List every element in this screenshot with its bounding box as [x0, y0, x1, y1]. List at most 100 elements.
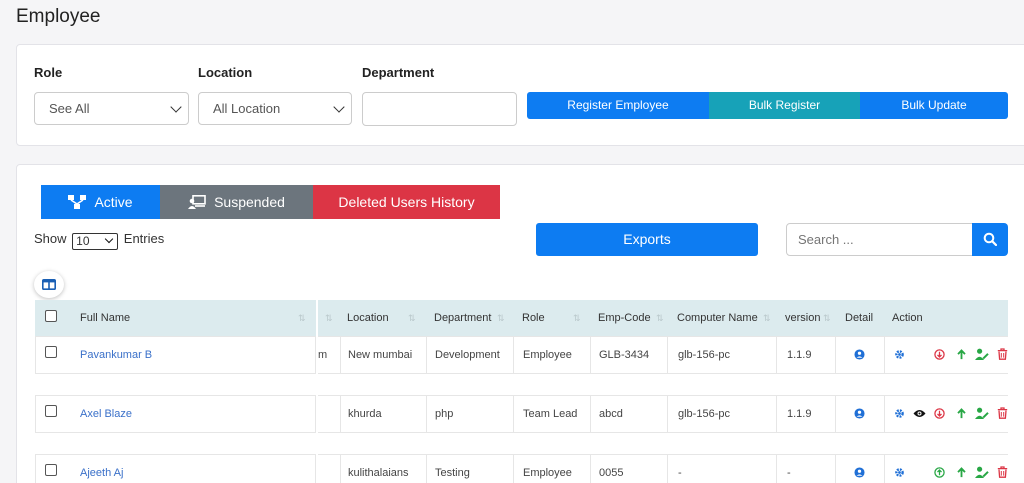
column-visibility-button[interactable]: [34, 271, 64, 298]
eye-icon[interactable]: [913, 409, 926, 418]
cell-divider: [340, 454, 341, 483]
sort-icon: ⇅: [573, 313, 581, 323]
role-select[interactable]: See All: [34, 92, 189, 125]
location-cell: New mumbai: [348, 349, 413, 361]
search-input[interactable]: [786, 223, 973, 256]
search-button[interactable]: [972, 223, 1008, 256]
cell-divider: [835, 454, 836, 483]
cell-divider: [667, 454, 668, 483]
trash-icon[interactable]: [997, 407, 1008, 419]
user-edit-icon[interactable]: [975, 466, 989, 478]
page-length-value: 10: [76, 234, 90, 248]
col-detail: Detail: [845, 312, 874, 324]
search-icon: [983, 232, 997, 246]
tab-active[interactable]: Active: [41, 185, 160, 219]
gear-icon[interactable]: [894, 467, 905, 478]
col-computer-name[interactable]: Computer Name: [677, 312, 758, 324]
cell-divider: [426, 395, 427, 433]
table-row: [35, 454, 316, 483]
employee-name-link[interactable]: Ajeeth Aj: [80, 467, 123, 479]
arrow-up-icon[interactable]: [956, 349, 967, 360]
arrow-up-icon[interactable]: [956, 408, 967, 419]
upload-circle-icon[interactable]: [934, 467, 945, 478]
employee-name-link[interactable]: Axel Blaze: [80, 408, 132, 420]
version-cell: 1.1.9: [787, 408, 812, 420]
user-edit-icon[interactable]: [975, 407, 989, 419]
sort-icon: ⇅: [656, 313, 664, 323]
user-detail-icon[interactable]: [854, 408, 865, 419]
emp-code-cell: abcd: [599, 408, 623, 420]
sort-icon: ⇅: [298, 313, 306, 323]
department-cell: php: [435, 408, 454, 420]
trash-icon[interactable]: [997, 466, 1008, 478]
computer-name-cell: -: [678, 467, 682, 479]
row-checkbox[interactable]: [45, 405, 57, 417]
user-edit-icon[interactable]: [975, 348, 989, 360]
col-full-name[interactable]: Full Name: [80, 312, 130, 324]
col-action: Action: [892, 312, 923, 324]
col-department[interactable]: Department: [434, 312, 491, 324]
cell-divider: [340, 336, 341, 374]
partial-cell: m: [318, 349, 328, 361]
role-cell: Employee: [523, 349, 572, 361]
department-input[interactable]: [362, 92, 517, 126]
cell-divider: [776, 395, 777, 433]
location-select[interactable]: All Location: [198, 92, 352, 125]
cell-divider: [513, 336, 514, 374]
tab-suspended[interactable]: Suspended: [160, 185, 313, 219]
col-location[interactable]: Location: [347, 312, 389, 324]
download-circle-icon[interactable]: [934, 408, 945, 419]
download-circle-icon[interactable]: [934, 349, 945, 360]
gear-icon[interactable]: [894, 349, 905, 360]
cell-divider: [835, 395, 836, 433]
bulk-register-button[interactable]: Bulk Register: [709, 92, 860, 119]
cell-divider: [667, 395, 668, 433]
cell-divider: [426, 454, 427, 483]
cell-divider: [513, 395, 514, 433]
page-length-control: Show 10 Entries: [34, 231, 164, 250]
emp-code-cell: GLB-3434: [599, 349, 650, 361]
employee-name-link[interactable]: Pavankumar B: [80, 349, 152, 361]
emp-code-cell: 0055: [599, 467, 624, 479]
user-detail-icon[interactable]: [854, 467, 865, 478]
page-title: Employee: [16, 6, 101, 27]
tab-deleted-users-history[interactable]: Deleted Users History: [313, 185, 500, 219]
select-all-checkbox[interactable]: [45, 310, 57, 322]
cell-divider: [426, 336, 427, 374]
chevron-down-icon: [104, 234, 114, 244]
columns-icon: [42, 279, 56, 290]
department-cell: Development: [435, 349, 500, 361]
sort-icon: ⇅: [497, 313, 505, 323]
cell-divider: [590, 454, 591, 483]
sitemap-icon: [68, 195, 87, 209]
show-label: Show: [34, 231, 67, 246]
role-cell: Employee: [523, 467, 572, 479]
cell-divider: [340, 395, 341, 433]
user-detail-icon[interactable]: [854, 349, 865, 360]
cell-divider: [884, 454, 885, 483]
computer-name-cell: glb-156-pc: [678, 408, 730, 420]
col-version[interactable]: version: [785, 312, 820, 324]
version-cell: 1.1.9: [787, 349, 812, 361]
cell-divider: [590, 395, 591, 433]
cell-divider: [884, 336, 885, 374]
gear-icon[interactable]: [894, 408, 905, 419]
bulk-update-button[interactable]: Bulk Update: [860, 92, 1008, 119]
cell-divider: [667, 336, 668, 374]
arrow-up-icon[interactable]: [956, 467, 967, 478]
cell-divider: [590, 336, 591, 374]
entries-label: Entries: [123, 231, 165, 246]
row-checkbox[interactable]: [45, 464, 57, 476]
location-cell: khurda: [348, 408, 382, 420]
table-header-fixed: [35, 300, 316, 336]
user-screen-icon: [188, 195, 206, 209]
department-label: Department: [362, 65, 435, 80]
col-emp-code[interactable]: Emp-Code: [598, 312, 651, 324]
tab-active-label: Active: [94, 194, 133, 210]
page-length-select[interactable]: 10: [72, 233, 119, 250]
trash-icon[interactable]: [997, 348, 1008, 360]
row-checkbox[interactable]: [45, 346, 57, 358]
exports-button[interactable]: Exports: [536, 223, 758, 256]
col-role[interactable]: Role: [522, 312, 545, 324]
register-employee-button[interactable]: Register Employee: [527, 92, 709, 119]
